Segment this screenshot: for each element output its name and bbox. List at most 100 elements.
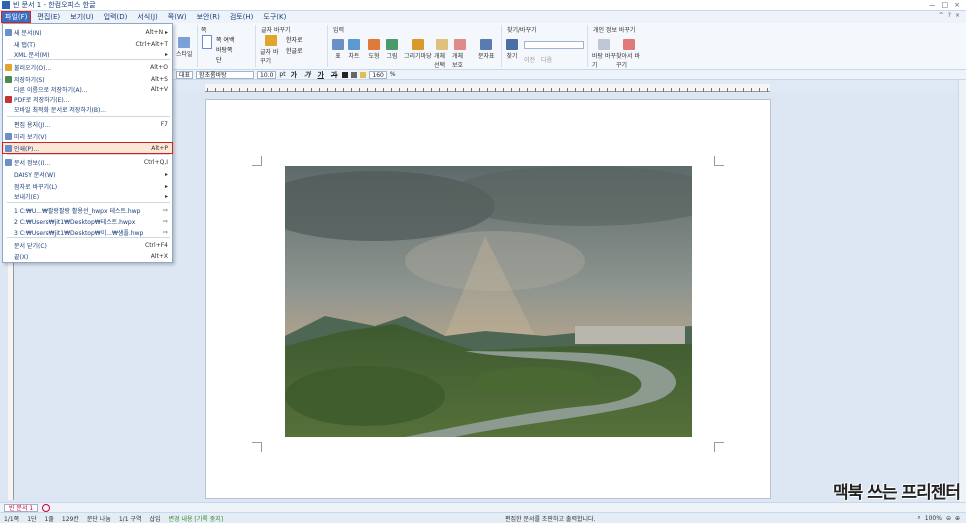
file-menu-item-icon xyxy=(5,158,12,166)
ruler-tick xyxy=(759,88,760,92)
menu-insert[interactable]: 입력(D) xyxy=(101,12,131,22)
hwp-app-icon xyxy=(2,1,10,9)
file-menu-item-icon xyxy=(5,183,12,190)
bold-button[interactable]: 가 xyxy=(289,70,299,80)
page-icon[interactable] xyxy=(202,35,212,49)
file-menu-item-icon xyxy=(5,28,12,36)
file-menu-item[interactable]: 다른 이름으로 저장하기(A)... Alt+V xyxy=(3,84,172,94)
italic-button[interactable]: 가 xyxy=(302,70,312,80)
file-menu-item-shortcut: Alt+O xyxy=(150,63,168,71)
vertical-scrollbar[interactable] xyxy=(958,80,966,502)
file-menu-item[interactable]: 저장하기(S) Alt+S xyxy=(3,74,172,84)
object-protect-button[interactable]: 개체 보호 xyxy=(452,39,468,69)
file-menu-item[interactable]: 새 문서(N) Alt+N ▸ xyxy=(3,27,172,37)
find-next-button[interactable]: 다음 xyxy=(541,55,552,64)
vertical-ruler[interactable] xyxy=(8,260,14,500)
file-menu-item[interactable]: 2 C:₩Users₩jit1₩Desktop₩테스트.hwpx ⇨ xyxy=(3,216,172,226)
collapse-ribbon-button[interactable]: ^ xyxy=(939,12,944,19)
file-menu-item[interactable]: DAISY 문서(W) ▸ xyxy=(3,169,172,179)
ruler-tick xyxy=(503,88,504,92)
file-menu-item[interactable]: 불러오기(O)... Alt+O xyxy=(3,62,172,72)
file-menu-item[interactable]: 모바일 최적화 문서로 저장하기(B)... xyxy=(3,104,172,114)
close-doc-button[interactable]: × xyxy=(955,12,960,19)
menu-format[interactable]: 서식(J) xyxy=(134,12,160,22)
style-select[interactable]: 대표 xyxy=(176,70,194,79)
font-size-input[interactable]: 10.0 xyxy=(257,70,277,79)
drawing-button[interactable]: 그리기마당 xyxy=(404,39,432,60)
landscape-photo[interactable] xyxy=(285,166,692,437)
find-group: 찾기/바꾸기 찾기 이전 다음 xyxy=(504,25,588,67)
help-button[interactable]: ? xyxy=(948,12,951,19)
zoom-in-icon[interactable]: ⊕ xyxy=(955,515,960,522)
ruler-tick xyxy=(615,88,616,92)
file-menu-item[interactable]: 인쇄(P)... Alt+P xyxy=(2,142,173,154)
shape-button[interactable]: 도형 xyxy=(368,39,380,60)
margin-button[interactable]: 쪽 여백 xyxy=(216,35,234,44)
find-input[interactable] xyxy=(524,41,584,49)
zoom-out-icon[interactable]: ⊖ xyxy=(946,515,951,522)
file-menu-item[interactable]: 새 탭(T) Ctrl+Alt+T xyxy=(3,39,172,49)
bg-change-button[interactable]: 바탕 바꾸기 xyxy=(592,39,616,69)
file-menu-item[interactable]: 문서 닫기(C) Ctrl+F4 xyxy=(3,240,172,250)
drawing-icon xyxy=(411,39,424,50)
align-left-icon[interactable] xyxy=(342,71,349,78)
zoom-select[interactable]: 160 xyxy=(369,70,387,79)
file-menu-item[interactable]: 편집 용지(J)... F7 xyxy=(3,119,172,129)
menu-review[interactable]: 검토(H) xyxy=(227,12,257,22)
minimize-button[interactable]: ㅡ xyxy=(929,1,935,11)
file-menu-item[interactable]: PDF로 저장하기(E)... xyxy=(3,94,172,104)
file-menu-item[interactable]: 점자로 바꾸기(L) ▸ xyxy=(3,181,172,191)
column-button[interactable]: 단 xyxy=(216,55,234,64)
input-group-label: 입력 xyxy=(333,27,345,34)
add-tab-icon[interactable] xyxy=(42,503,51,512)
status-mode[interactable]: 삽입 xyxy=(149,514,160,523)
find-prev-button[interactable]: 이전 xyxy=(524,55,535,64)
margin-mark-tr xyxy=(714,156,724,166)
symbol-button[interactable]: 문자표 xyxy=(478,39,495,60)
menu-separator xyxy=(7,116,170,117)
ruler-tick xyxy=(487,88,488,92)
file-menu-item[interactable]: XML 문서(M) ▸ xyxy=(3,49,172,59)
file-menu-item-shortcut: Ctrl+F4 xyxy=(145,241,168,249)
table-button[interactable]: 표 xyxy=(332,39,344,60)
to-hangul-button[interactable]: 한글로 xyxy=(286,46,303,55)
menu-edit[interactable]: 편집(E) xyxy=(34,12,63,22)
font-select[interactable]: 함초롬바탕 xyxy=(196,70,255,79)
strike-button[interactable]: 가 xyxy=(329,70,339,80)
doc-tab[interactable]: 빈 문서 1 xyxy=(4,503,39,512)
object-select-button[interactable]: 개체 선택 xyxy=(434,39,450,69)
style-button[interactable]: 스타일 xyxy=(176,37,193,58)
underline-button[interactable]: 가 xyxy=(315,70,325,80)
file-menu-item[interactable]: 문서 정보(I)... Ctrl+Q,I xyxy=(3,157,172,167)
file-menu-item[interactable]: 보내기(E) ▸ xyxy=(3,191,172,201)
zoom-icon[interactable]: ⌕ xyxy=(917,514,920,522)
picture-button[interactable]: 그림 xyxy=(386,39,398,60)
char-change-button[interactable]: 글자 바꾸기 xyxy=(260,35,282,65)
file-menu-item[interactable]: 3 C:₩Users₩jit1₩Desktop₩이...₩샘플.hwp ⇨ xyxy=(3,227,172,237)
horizontal-ruler[interactable] xyxy=(205,84,770,92)
align-justify-icon[interactable] xyxy=(360,71,367,78)
find-button[interactable]: 찾기 xyxy=(506,39,518,60)
align-center-icon[interactable] xyxy=(351,71,358,78)
menu-tools[interactable]: 도구(K) xyxy=(260,12,289,22)
menu-file[interactable]: 파일(F) xyxy=(0,11,32,23)
ruler-tick xyxy=(359,88,360,92)
file-menu-item[interactable]: 끝(X) Alt+X xyxy=(3,251,172,261)
file-menu-item[interactable]: 미리 보기(V) xyxy=(3,131,172,141)
maximize-button[interactable]: □ xyxy=(942,1,949,11)
to-hanja-button[interactable]: 한자로 xyxy=(286,35,303,44)
status-section: 문단 나눔 xyxy=(86,515,111,523)
status-track-changes[interactable]: 변경 내용 [기록 중지] xyxy=(169,514,224,523)
chart-button[interactable]: 차트 xyxy=(348,39,360,60)
master-page-button[interactable]: 바탕쪽 xyxy=(216,45,234,54)
find-replace-button[interactable]: 찾아서 바꾸기 xyxy=(616,39,642,69)
status-page: 1/1쪽 xyxy=(4,515,20,523)
menu-view[interactable]: 보기(U) xyxy=(67,12,96,22)
close-button[interactable]: × xyxy=(954,1,960,11)
file-menu-item[interactable]: 1 C:₩U...₩팔랑팔랑 활용선_hwpx 테스트.hwp ⇨ xyxy=(3,205,172,215)
menu-security[interactable]: 보안(R) xyxy=(194,12,223,22)
apartment-buildings xyxy=(575,326,685,344)
zoom-value[interactable]: 100% xyxy=(925,515,942,522)
ruler-tick xyxy=(519,88,520,92)
menu-page[interactable]: 쪽(W) xyxy=(165,12,190,22)
